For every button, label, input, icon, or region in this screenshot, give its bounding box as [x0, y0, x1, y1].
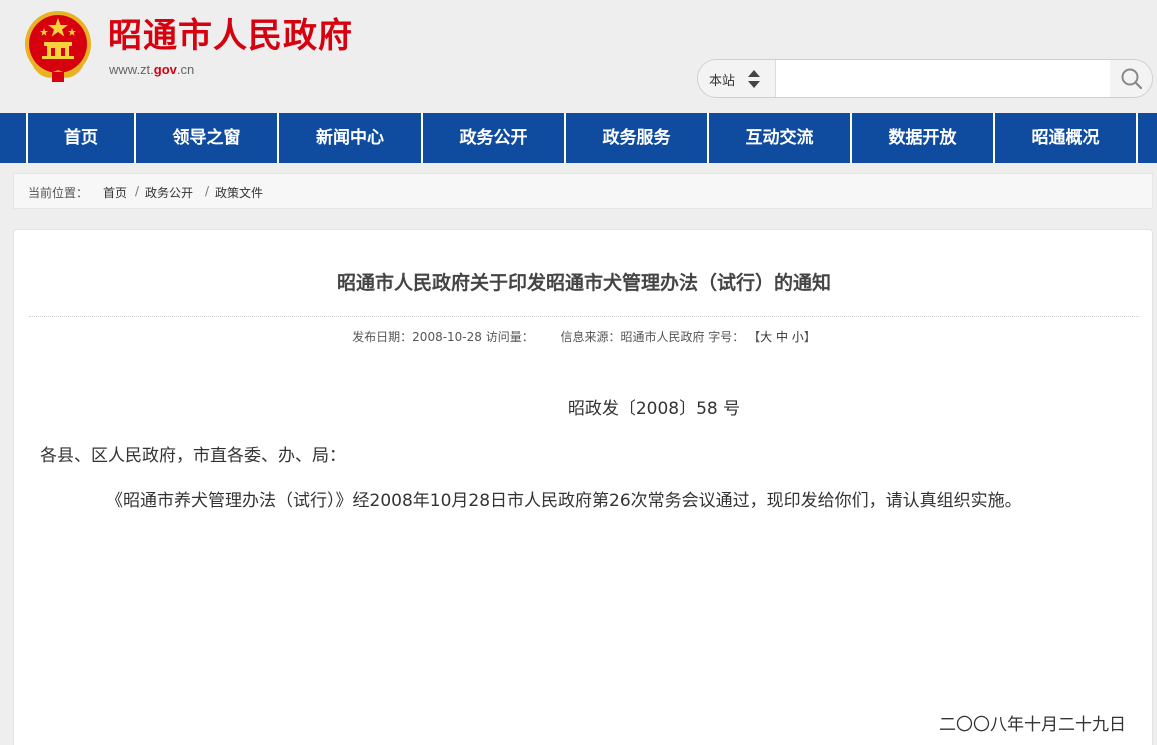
nav-item-leaders[interactable]: 领导之窗 [136, 113, 277, 163]
search-icon [1121, 68, 1143, 90]
font-size-medium-button[interactable]: 中 [776, 330, 788, 344]
nav-item-government-services[interactable]: 政务服务 [566, 113, 707, 163]
article-meta: 发布日期：2008-10-28 访问量： 信息来源：昭通市人民政府 字号： 【大… [14, 328, 1154, 345]
article-panel: 昭通市人民政府关于印发昭通市犬管理办法（试行）的通知 发布日期：2008-10-… [13, 229, 1153, 745]
breadcrumb-item-policy-documents[interactable]: 政策文件 [215, 184, 263, 201]
nav-item-interaction[interactable]: 互动交流 [709, 113, 850, 163]
font-size-bracket-close: 】 [803, 330, 816, 344]
breadcrumb-separator: / [135, 184, 140, 198]
article-body: 《昭通市养犬管理办法（试行）》经2008年10月28日市人民政府第26次常务会议… [106, 491, 1022, 511]
font-size-small-button[interactable]: 小 [792, 330, 804, 344]
article-publish-date: 发布日期：2008-10-28 访问量： [352, 330, 534, 344]
breadcrumb-item-government-affairs[interactable]: 政务公开 [145, 184, 193, 201]
site-url-prefix: www.zt. [109, 62, 154, 77]
site-url-suffix: .cn [176, 62, 195, 77]
main-nav: 首页 领导之窗 新闻中心 政务公开 政务服务 互动交流 数据开放 昭通概况 [0, 113, 1157, 163]
nav-separator [1136, 113, 1138, 163]
article-source: 信息来源：昭通市人民政府 字号： [560, 330, 745, 344]
breadcrumb: 当前位置： 首页 / 政务公开 / 政策文件 [13, 173, 1153, 209]
nav-item-home[interactable]: 首页 [28, 113, 134, 163]
title-divider [29, 316, 1139, 317]
search-box: 本站 [697, 59, 1153, 98]
article-addressee: 各县、区人民政府，市直各委、办、局： [40, 446, 346, 466]
nav-item-open-data[interactable]: 数据开放 [852, 113, 993, 163]
site-header: 昭通市人民政府 www.zt.gov.cn 本站 [0, 0, 1157, 113]
article-signoff-date: 二〇〇八年十月二十九日 [939, 715, 1126, 735]
breadcrumb-prefix: 当前位置： [28, 186, 89, 200]
search-scope-select[interactable]: 本站 [698, 60, 776, 97]
breadcrumb-item-home[interactable]: 首页 [103, 184, 127, 201]
site-url[interactable]: www.zt.gov.cn [109, 62, 194, 77]
font-size-large-button[interactable]: 大 [760, 330, 772, 344]
national-emblem-icon[interactable] [22, 8, 94, 84]
breadcrumb-separator: / [205, 184, 210, 198]
site-url-highlight: gov [153, 62, 177, 77]
nav-item-government-affairs[interactable]: 政务公开 [423, 113, 564, 163]
article-title: 昭通市人民政府关于印发昭通市犬管理办法（试行）的通知 [336, 272, 831, 294]
nav-item-about-zhaotong[interactable]: 昭通概况 [995, 113, 1136, 163]
site-title[interactable]: 昭通市人民政府 [108, 14, 353, 58]
font-size-bracket-open: 【 [748, 330, 761, 344]
nav-item-news[interactable]: 新闻中心 [279, 113, 421, 163]
search-button[interactable] [1110, 60, 1152, 97]
up-down-arrows-icon [748, 70, 760, 88]
search-input[interactable] [776, 60, 1110, 97]
document-number: 昭政发〔2008〕58 号 [567, 399, 741, 419]
search-scope-label: 本站 [709, 74, 736, 89]
